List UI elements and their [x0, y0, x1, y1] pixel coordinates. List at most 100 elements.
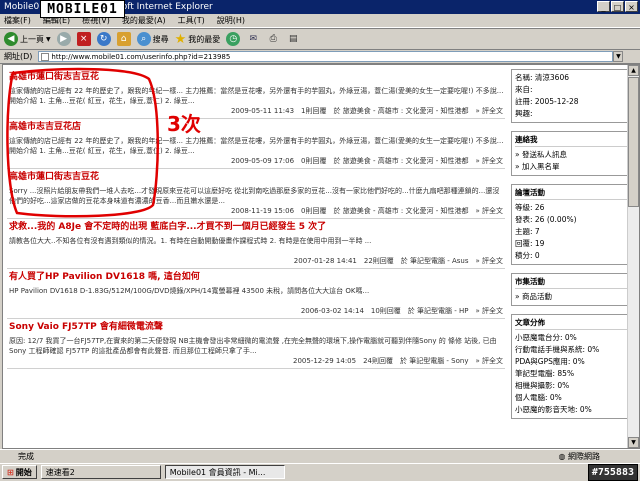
zone-label: 網際網路 [568, 452, 600, 461]
forward-button[interactable]: ▶ [56, 32, 71, 46]
post-title[interactable]: 高雄市蓮口街志吉豆花 [9, 71, 505, 84]
post-excerpt: 請教各位大大..不知各位有沒有遇到類似的情況。1. 有時在自動開動優畫作課程式時… [9, 237, 372, 245]
home-button[interactable]: ⌂ [116, 32, 131, 46]
print-button[interactable]: ⎙ [266, 32, 281, 46]
forum-box: 論壇活動 等級: 26 發表: 26 (0.00%) 主題: 7 回覆: 19 … [511, 184, 631, 265]
page-icon [41, 53, 50, 61]
close-button[interactable]: × [625, 1, 638, 12]
address-url: http://www.mobile01.com/userinfo.php?id=… [51, 53, 231, 61]
stats-line: 個人電腦: 0% [515, 393, 562, 402]
scroll-up-button[interactable]: ▲ [628, 65, 639, 76]
market-link[interactable]: » 商品活動 [515, 291, 627, 303]
windows-logo-icon: ⊞ [7, 467, 14, 477]
forward-arrow-icon: ▶ [56, 32, 71, 46]
post-excerpt: 這家傳統的店已經有 22 年的歷史了，跟我的年紀一樣... 主力推薦：當然是豆花… [9, 87, 504, 105]
favorites-label: 我的最愛 [188, 34, 221, 44]
window-controls: _ □ × [597, 1, 638, 12]
stop-button[interactable]: × [76, 32, 91, 46]
vertical-scrollbar[interactable]: ▲ ▼ [627, 65, 639, 448]
post-meta[interactable]: 2006-03-02 14:14 10則回覆 於 筆記型電腦 - HP » 評全… [9, 306, 505, 316]
minimize-button[interactable]: _ [597, 1, 610, 12]
blacklist-link[interactable]: » 加入黑名單 [515, 161, 627, 173]
mail-icon: ✉ [246, 32, 261, 46]
profile-interest: 興趣: [515, 109, 533, 118]
search-button[interactable]: ⌕ 搜尋 [136, 32, 169, 46]
post-meta[interactable]: 2005-12-29 14:05 24則回覆 於 筆記型電腦 - Sony » … [9, 356, 505, 366]
post-meta[interactable]: 2007-01-28 14:41 22則回覆 於 筆記型電腦 - Asus » … [9, 256, 505, 266]
post-meta[interactable]: 2008-11-19 15:06 0則回覆 於 旅遊美食 - 高雄市 : 文化愛… [9, 206, 505, 216]
back-button[interactable]: ◀ 上一頁 ▼ [4, 32, 51, 46]
sidebar: 名稱: 清涼3606 來自: 註冊: 2005-12-28 興趣: 連絡我 » … [511, 69, 631, 427]
send-message-link[interactable]: » 發送私人訊息 [515, 149, 627, 161]
post-meta[interactable]: 2009-05-11 11:43 1則回覆 於 旅遊美食 - 高雄市 : 文化愛… [9, 106, 505, 116]
post-title[interactable]: 高雄市蓮口街志吉豆花 [9, 171, 505, 184]
profile-box: 名稱: 清涼3606 來自: 註冊: 2005-12-28 興趣: [511, 69, 631, 123]
maximize-button[interactable]: □ [611, 1, 624, 12]
list-item: 高雄市蓮口街志吉豆花 這家傳統的店已經有 22 年的歷史了，跟我的年紀一樣...… [7, 69, 505, 119]
search-icon: ⌕ [136, 32, 151, 46]
stats-line: 小惡魔電台分: 0% [515, 333, 577, 342]
forum-stat: 發表: 26 (0.00%) [515, 215, 577, 224]
market-box: 市集活動 » 商品活動 [511, 273, 631, 306]
favorites-button[interactable]: ★ 我的最愛 [175, 32, 221, 47]
document-icon: ▤ [286, 32, 301, 46]
post-title[interactable]: 求救...我的 A8Je 會不定時的出現 藍底白字...才買不到一個月已經發生 … [9, 221, 505, 234]
forum-stat: 等級: 26 [515, 203, 545, 212]
stats-line: 小惡魔的影音天地: 0% [515, 405, 592, 414]
post-meta[interactable]: 2009-05-09 17:06 0則回覆 於 旅遊美食 - 高雄市 : 文化愛… [9, 156, 505, 166]
list-item: 有人買了HP Pavilion DV1618 嗎, 這台如何 HP Pavili… [7, 269, 505, 319]
profile-name: 名稱: 清涼3606 [515, 73, 569, 82]
post-title[interactable]: 有人買了HP Pavilion DV1618 嗎, 這台如何 [9, 271, 505, 284]
menu-help[interactable]: 說明(H) [217, 15, 245, 26]
post-list: 高雄市蓮口街志吉豆花 這家傳統的店已經有 22 年的歷史了，跟我的年紀一樣...… [7, 69, 505, 369]
post-excerpt: Sorry ...沒照片給朋友帶我們一堆人去吃...才發現原來豆花可以這麼好吃 … [9, 187, 500, 205]
scroll-down-button[interactable]: ▼ [628, 437, 639, 448]
forum-stat: 積分: 0 [515, 251, 540, 260]
address-dropdown-button[interactable]: ▼ [613, 51, 624, 62]
profile-from: 來自: [515, 85, 533, 94]
post-excerpt: 原因: 12/7 我買了一台FJ57TP,在實來的第二天便發現 NB主機會發出非… [9, 337, 497, 355]
history-icon: ◷ [226, 32, 241, 46]
status-bar: 完成 ◍ 網際網路 [0, 449, 640, 463]
forum-title: 論壇活動 [515, 187, 627, 200]
stop-icon: × [76, 32, 91, 46]
watermark-id: #755883 [587, 464, 638, 481]
home-icon: ⌂ [116, 32, 131, 46]
chevron-down-icon: ▼ [46, 35, 51, 43]
taskbar-item[interactable]: 速速看2 [40, 465, 161, 479]
list-item: Sony Vaio FJ57TP 會有細微電流聲 原因: 12/7 我買了一台F… [7, 319, 505, 369]
back-arrow-icon: ◀ [4, 32, 18, 46]
star-icon: ★ [174, 31, 187, 47]
refresh-button[interactable]: ↻ [96, 32, 111, 46]
start-button[interactable]: ⊞ 開始 [2, 465, 37, 479]
menu-tools[interactable]: 工具(T) [178, 15, 205, 26]
start-label: 開始 [15, 467, 32, 477]
stats-box: 文章分佈 小惡魔電台分: 0% 行動電話手機與系統: 0% PDA與GPS應用:… [511, 314, 631, 419]
profile-registered: 註冊: 2005-12-28 [515, 97, 579, 106]
mail-button[interactable]: ✉ [246, 32, 261, 46]
status-text: 完成 [18, 452, 34, 461]
edit-button[interactable]: ▤ [286, 32, 301, 46]
security-zone: ◍ 網際網路 [558, 450, 600, 463]
stats-line: PDA與GPS應用: 0% [515, 357, 585, 366]
post-excerpt: 這家傳統的店已經有 22 年的歷史了，跟我的年紀一樣... 主力推薦：當然是豆花… [9, 137, 504, 155]
toolbar: ◀ 上一頁 ▼ ▶ × ↻ ⌂ ⌕ 搜尋 ★ 我的最愛 ◷ ✉ ⎙ ▤ [0, 28, 640, 50]
post-title[interactable]: 高雄市志吉豆花店 [9, 121, 505, 134]
menu-favorites[interactable]: 我的最愛(A) [122, 15, 166, 26]
menu-file[interactable]: 檔案(F) [4, 15, 31, 26]
post-title[interactable]: Sony Vaio FJ57TP 會有細微電流聲 [9, 321, 505, 334]
address-input[interactable]: http://www.mobile01.com/userinfo.php?id=… [38, 51, 614, 62]
stats-title: 文章分佈 [515, 317, 627, 330]
browser-window: Mobile01 會員資訊 - Microsoft Internet Explo… [0, 0, 640, 481]
refresh-icon: ↻ [96, 32, 111, 46]
printer-icon: ⎙ [266, 32, 281, 46]
post-excerpt: HP Pavilion DV1618 D-1.83G/512M/100G/DVD… [9, 287, 370, 295]
scroll-thumb[interactable] [628, 77, 639, 207]
address-bar: 網址(D) http://www.mobile01.com/userinfo.p… [0, 50, 640, 64]
list-item: 高雄市志吉豆花店 這家傳統的店已經有 22 年的歷史了，跟我的年紀一樣... 主… [7, 119, 505, 169]
forum-stat: 回覆: 19 [515, 239, 545, 248]
taskbar-item-active[interactable]: Mobile01 會員資訊 - Mi... [164, 465, 285, 479]
globe-icon: ◍ [558, 452, 566, 461]
address-label: 網址(D) [4, 52, 33, 61]
history-button[interactable]: ◷ [226, 32, 241, 46]
